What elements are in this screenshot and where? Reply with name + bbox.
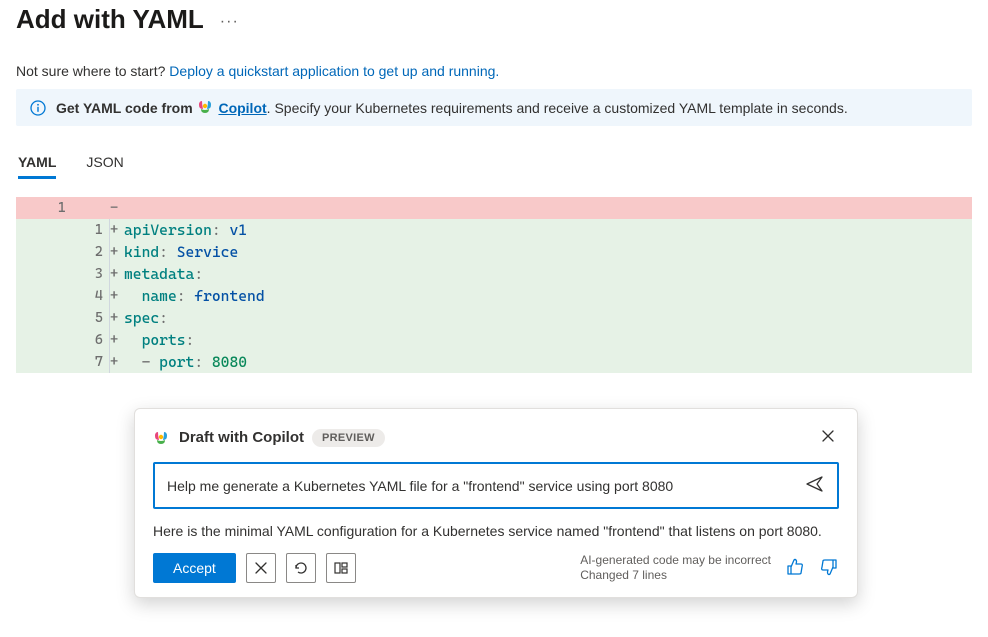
diff-marker: − [110,197,124,219]
code-content: name: frontend [124,285,972,307]
code-content: kind: Service [124,241,972,263]
gutter-old-lineno: 1 [16,197,76,219]
format-tabs: YAML JSON [16,148,972,179]
editor-line-added: 5+spec: [16,307,972,329]
gutter-old-lineno [16,285,76,307]
editor-line-added: 4+ name: frontend [16,285,972,307]
banner-prefix: Get YAML code from [56,100,197,116]
prompt-text: Help me generate a Kubernetes YAML file … [167,478,795,494]
start-hint: Not sure where to start? Deploy a quicks… [16,63,972,79]
page-header: Add with YAML ··· [16,4,972,35]
gutter-new-lineno: 7 [76,351,110,373]
copilot-icon [153,430,169,446]
gutter-old-lineno [16,329,76,351]
code-editor[interactable]: 1 − 1+apiVersion: v12+kind: Service3+met… [16,197,972,373]
regenerate-button[interactable] [286,553,316,583]
diff-marker: + [110,329,124,351]
deploy-quickstart-link[interactable]: Deploy a quickstart application to get u… [169,63,499,79]
banner-suffix: . Specify your Kubernetes requirements a… [267,100,848,116]
thumbs-up-button[interactable] [785,557,805,580]
gutter-new-lineno: 5 [76,307,110,329]
send-button[interactable] [803,472,827,499]
copilot-panel-header: Draft with Copilot PREVIEW [153,425,839,450]
start-hint-text: Not sure where to start? [16,63,169,79]
ai-disclaimer: AI-generated code may be incorrect Chang… [580,553,771,583]
more-actions-button[interactable]: ··· [220,10,239,30]
info-icon [30,100,46,116]
editor-line-added: 6+ ports: [16,329,972,351]
diff-marker: + [110,219,124,241]
gutter-new-lineno: 2 [76,241,110,263]
code-content [124,197,972,219]
banner-text: Get YAML code from Copilot. Specify your… [56,99,848,116]
gutter-new-lineno: 6 [76,329,110,351]
gutter-old-lineno [16,241,76,263]
diff-marker: + [110,241,124,263]
copilot-link[interactable]: Copilot [218,100,266,116]
gutter-old-lineno [16,351,76,373]
tab-yaml[interactable]: YAML [18,148,56,179]
diff-marker: + [110,263,124,285]
editor-line-added: 1+apiVersion: v1 [16,219,972,241]
page-title: Add with YAML [16,4,204,35]
editor-line-added: 7+ - port: 8080 [16,351,972,373]
gutter-old-lineno [16,307,76,329]
gutter-new-lineno: 1 [76,219,110,241]
copilot-icon [197,99,213,115]
prompt-input[interactable]: Help me generate a Kubernetes YAML file … [153,462,839,509]
copilot-response: Here is the minimal YAML configuration f… [153,521,839,541]
discard-button[interactable] [246,553,276,583]
diff-marker: + [110,285,124,307]
diff-marker: + [110,351,124,373]
disclaimer-line2: Changed 7 lines [580,568,771,583]
gutter-new-lineno: 3 [76,263,110,285]
code-content: spec: [124,307,972,329]
footer-info: AI-generated code may be incorrect Chang… [580,553,839,583]
gutter-old-lineno [16,263,76,285]
accept-button[interactable]: Accept [153,553,236,583]
disclaimer-line1: AI-generated code may be incorrect [580,553,771,568]
thumbs-down-button[interactable] [819,557,839,580]
code-content: apiVersion: v1 [124,219,972,241]
gutter-old-lineno [16,219,76,241]
copilot-panel: Draft with Copilot PREVIEW Help me gener… [134,408,858,598]
copilot-banner: Get YAML code from Copilot. Specify your… [16,89,972,126]
copilot-panel-title: Draft with Copilot [179,429,304,446]
close-button[interactable] [817,425,839,450]
gutter-new-lineno: 4 [76,285,110,307]
editor-line-added: 3+metadata: [16,263,972,285]
code-content: metadata: [124,263,972,285]
tab-json[interactable]: JSON [86,148,123,179]
preview-badge: PREVIEW [312,429,385,447]
diff-marker: + [110,307,124,329]
code-content: - port: 8080 [124,351,972,373]
editor-line-added: 2+kind: Service [16,241,972,263]
gutter-new-lineno [76,197,110,219]
editor-line-removed: 1 − [16,197,972,219]
code-content: ports: [124,329,972,351]
copilot-panel-footer: Accept AI-generated code may be incorrec… [153,553,839,583]
view-diff-button[interactable] [326,553,356,583]
